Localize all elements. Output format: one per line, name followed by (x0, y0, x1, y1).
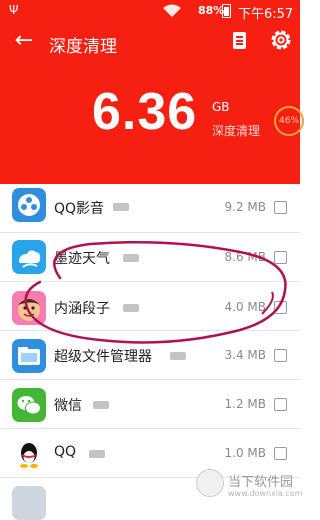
more-icon (89, 444, 105, 458)
checkbox[interactable] (274, 447, 287, 460)
app-name: QQ (54, 444, 77, 460)
app-size: 1.0 MB (224, 446, 266, 460)
qq-player-icon (12, 188, 46, 222)
list-item[interactable]: 超级文件管理器 3.4 MB (0, 331, 300, 380)
moji-weather-icon (12, 240, 46, 274)
app-size: 3.4 MB (224, 348, 266, 362)
progress-ring: 46% (274, 106, 304, 136)
checkbox[interactable] (274, 201, 287, 214)
watermark: 当下软件园 www.downxia.com (196, 465, 303, 503)
watermark-logo-icon (196, 469, 224, 497)
app-size: 4.0 MB (224, 300, 266, 314)
wifi-icon (163, 4, 181, 17)
checkbox[interactable] (274, 301, 287, 314)
header: Ψ 88% 下午6:57 ← 深度清理 6.36 GB 深度清理 46% (0, 0, 304, 192)
more-icon (93, 395, 109, 409)
back-arrow-icon[interactable]: ← (10, 28, 38, 56)
document-icon[interactable] (233, 32, 246, 49)
more-icon (170, 346, 186, 360)
app-size: 1.2 MB (224, 397, 266, 411)
total-size: 6.36 (92, 83, 198, 141)
app-name: 墨迹天气 (54, 251, 110, 267)
more-icon (123, 298, 139, 312)
gear-icon[interactable] (268, 27, 294, 53)
list-item[interactable]: 墨迹天气 8.6 MB (0, 233, 300, 282)
app-list: QQ影音 9.2 MB 墨迹天气 8.6 MB 内涵段子 4.0 MB (0, 184, 300, 520)
status-bar: Ψ 88% 下午6:57 (0, 0, 300, 22)
watermark-text: 当下软件园 (228, 475, 294, 490)
app-size: 8.6 MB (224, 250, 266, 264)
qq-icon (12, 437, 46, 471)
more-icon (123, 248, 139, 262)
checkbox[interactable] (274, 398, 287, 411)
battery-percent: 88% (198, 4, 225, 17)
app-name: 微信 (54, 398, 82, 414)
app-size: 9.2 MB (224, 200, 266, 214)
more-icon (113, 197, 129, 211)
file-manager-icon (12, 339, 46, 373)
usb-icon: Ψ (9, 3, 19, 17)
page-title: 深度清理 (49, 37, 117, 57)
app-name: 内涵段子 (54, 301, 110, 317)
watermark-url: www.downxia.com (228, 489, 303, 498)
checkbox[interactable] (274, 251, 287, 264)
app-name: QQ影音 (54, 201, 105, 217)
wechat-icon (12, 388, 46, 422)
app-icon (12, 486, 46, 520)
app-bar: ← 深度清理 (0, 22, 300, 62)
size-subtitle: 深度清理 (212, 124, 261, 138)
list-item[interactable]: 微信 1.2 MB (0, 380, 300, 429)
app-name: 超级文件管理器 (54, 349, 152, 365)
list-item[interactable]: 内涵段子 4.0 MB (0, 282, 300, 331)
list-item[interactable]: QQ影音 9.2 MB (0, 184, 300, 233)
size-unit: GB (212, 100, 230, 114)
checkbox[interactable] (274, 349, 287, 362)
battery-icon (222, 4, 231, 18)
neihan-duanzi-icon (12, 291, 46, 325)
clock: 下午6:57 (238, 7, 294, 22)
